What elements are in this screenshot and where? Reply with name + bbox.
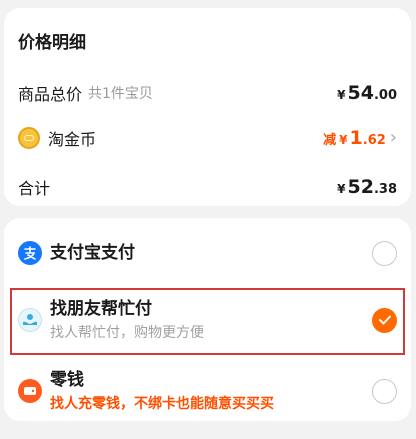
price-details-title: 价格明细 <box>18 33 86 53</box>
taojinbi-int: 1 <box>349 127 363 149</box>
total-row: 合计 ¥ 52 .38 <box>18 174 397 200</box>
coin-icon <box>18 127 40 149</box>
taojinbi-row[interactable]: 淘金币 减 ¥ 1 .62 › <box>18 125 397 151</box>
total-dec: .38 <box>373 182 397 197</box>
selection-highlight-box <box>10 288 405 355</box>
price-details-card: 价格明细 商品总价 共1件宝贝 ¥ 54 .00 淘金币 减 ¥ 1 .62 ›… <box>4 8 411 206</box>
payment-name: 零钱 <box>50 369 84 390</box>
goods-total-row: 商品总价 共1件宝贝 ¥ 54 .00 <box>18 80 397 106</box>
goods-total-label: 商品总价 <box>18 85 83 104</box>
goods-count: 共1件宝贝 <box>88 86 153 102</box>
chevron-right-icon[interactable]: › <box>390 129 397 147</box>
currency-symbol: ¥ <box>337 88 346 102</box>
goods-total-amount: ¥ 54 .00 <box>337 82 397 104</box>
payment-name: 支付宝支付 <box>50 243 135 263</box>
payment-desc: 找人充零钱，不绑卡也能随意买买买 <box>50 395 274 412</box>
goods-total-dec: .00 <box>373 88 397 103</box>
alipay-icon <box>18 241 42 265</box>
payment-option-wallet[interactable]: 零钱 找人充零钱，不绑卡也能随意买买买 <box>18 368 397 414</box>
total-amount: ¥ 52 .38 <box>337 176 397 198</box>
discount-prefix: 减 <box>323 133 337 148</box>
total-int: 52 <box>347 176 374 198</box>
goods-total-int: 54 <box>347 82 374 104</box>
taojinbi-label: 淘金币 <box>48 130 97 149</box>
payment-methods-card: 支付宝支付 找朋友帮忙付 找人帮忙付，购物更方便 零钱 找人充零钱，不绑卡也能随… <box>4 218 411 421</box>
radio-alipay[interactable] <box>372 240 397 266</box>
payment-option-alipay[interactable]: 支付宝支付 <box>18 238 397 268</box>
wallet-icon <box>18 379 42 403</box>
taojinbi-dec: .62 <box>362 133 386 148</box>
currency-symbol: ¥ <box>339 133 348 147</box>
currency-symbol: ¥ <box>337 182 346 196</box>
taojinbi-discount: 减 ¥ 1 .62 <box>323 127 386 149</box>
total-label: 合计 <box>18 179 51 198</box>
radio-wallet[interactable] <box>372 378 397 404</box>
